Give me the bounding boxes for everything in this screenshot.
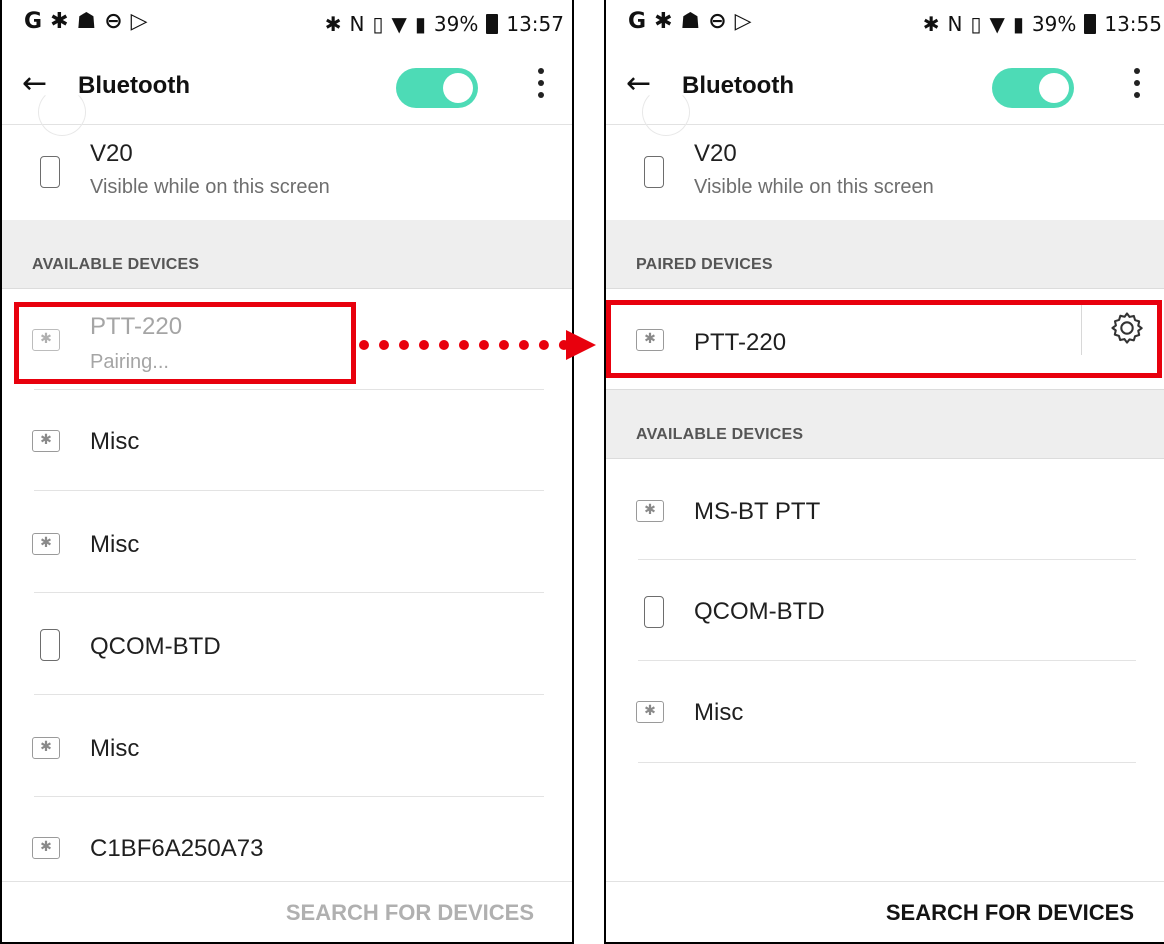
phone-icon — [644, 596, 664, 628]
bluetooth-icon: ✱ — [922, 12, 940, 36]
section-header-paired: PAIRED DEVICES — [606, 220, 1164, 289]
bluetooth-toggle[interactable] — [992, 68, 1074, 108]
bluetooth-toggle[interactable] — [396, 68, 478, 108]
highlight-box-pairing — [14, 302, 356, 384]
more-options-icon[interactable] — [537, 68, 545, 98]
dotted-arrow-line — [359, 340, 569, 350]
highlight-box-paired — [606, 300, 1162, 378]
section-header-available: AVAILABLE DEVICES — [2, 220, 572, 289]
device-row[interactable]: ✱ MS-BT PTT — [606, 458, 1164, 558]
bluetooth-device-icon: ✱ — [636, 500, 664, 522]
device-name: C1BF6A250A73 — [90, 835, 264, 862]
own-device-name: V20 — [90, 140, 133, 167]
vibrate-icon: ▯ — [372, 12, 384, 36]
device-name: Misc — [90, 531, 140, 558]
device-name: Misc — [694, 699, 744, 726]
signal-icon: ▮ — [1012, 12, 1024, 36]
device-name: QCOM-BTD — [90, 633, 221, 660]
more-options-icon[interactable] — [1133, 68, 1141, 98]
device-row[interactable]: QCOM-BTD — [606, 560, 1164, 660]
phone-icon — [644, 156, 664, 188]
bluetooth-status-icon: ✱ — [50, 9, 69, 34]
app-bar: ← Bluetooth — [2, 48, 572, 136]
google-icon: G — [628, 9, 647, 34]
device-name: QCOM-BTD — [694, 598, 825, 625]
footer-bar: SEARCH FOR DEVICES — [2, 881, 572, 942]
search-for-devices-button[interactable]: SEARCH FOR DEVICES — [286, 900, 534, 926]
arrow-head-icon — [566, 330, 596, 360]
device-row[interactable]: ✱ Misc — [2, 491, 572, 591]
play-store-icon: ▷ — [130, 9, 148, 34]
divider — [638, 762, 1136, 763]
bluetooth-device-icon: ✱ — [32, 430, 60, 452]
device-name: Misc — [90, 735, 140, 762]
nfc-icon: N — [349, 12, 365, 36]
do-not-disturb-icon: ⊖ — [708, 9, 727, 34]
phone-icon — [40, 156, 60, 188]
wifi-icon: ▼ — [989, 12, 1005, 36]
own-device-row: V20 Visible while on this screen — [606, 124, 1164, 220]
android-debug-icon: ☗ — [680, 9, 701, 34]
device-row[interactable]: ✱ Misc — [606, 661, 1164, 761]
page-title: Bluetooth — [682, 72, 794, 99]
google-icon: G — [24, 9, 43, 34]
back-arrow-icon[interactable]: ← — [22, 64, 47, 104]
footer-bar: SEARCH FOR DEVICES — [606, 881, 1164, 942]
search-for-devices-button[interactable]: SEARCH FOR DEVICES — [886, 900, 1134, 926]
app-bar: ← Bluetooth — [606, 48, 1164, 136]
device-row[interactable]: ✱ Misc — [2, 390, 572, 490]
left-phone-screen: G ✱ ☗ ⊖ ▷ ✱ N ▯ ▼ ▮ 39% 13:57 ← Bluetoot… — [0, 0, 574, 944]
clock: 13:55 — [1104, 12, 1162, 36]
bluetooth-device-icon: ✱ — [32, 837, 60, 859]
own-device-row: V20 Visible while on this screen — [2, 124, 572, 220]
bluetooth-device-icon: ✱ — [32, 737, 60, 759]
own-device-visibility: Visible while on this screen — [694, 176, 934, 198]
play-store-icon: ▷ — [734, 9, 752, 34]
android-debug-icon: ☗ — [76, 9, 97, 34]
bluetooth-device-icon: ✱ — [32, 533, 60, 555]
status-bar: G ✱ ☗ ⊖ ▷ ✱ N ▯ ▼ ▮ 39% 13:55 — [606, 0, 1164, 48]
do-not-disturb-icon: ⊖ — [104, 9, 123, 34]
device-row[interactable]: ✱ Misc — [2, 695, 572, 795]
battery-icon — [486, 14, 499, 34]
device-name: Misc — [90, 428, 140, 455]
bluetooth-icon: ✱ — [324, 12, 342, 36]
own-device-name: V20 — [694, 140, 737, 167]
battery-percent: 39% — [433, 12, 479, 36]
signal-icon: ▮ — [414, 12, 426, 36]
device-row[interactable]: QCOM-BTD — [2, 593, 572, 693]
section-header-available: AVAILABLE DEVICES — [606, 389, 1164, 459]
own-device-visibility: Visible while on this screen — [90, 176, 330, 198]
phone-icon — [40, 629, 60, 661]
bluetooth-device-icon: ✱ — [636, 701, 664, 723]
status-bar: G ✱ ☗ ⊖ ▷ ✱ N ▯ ▼ ▮ 39% 13:57 — [2, 0, 572, 48]
page-title: Bluetooth — [78, 72, 190, 99]
clock: 13:57 — [506, 12, 564, 36]
back-arrow-icon[interactable]: ← — [626, 64, 651, 104]
device-name: MS-BT PTT — [694, 498, 821, 525]
bluetooth-status-icon: ✱ — [654, 9, 673, 34]
battery-icon — [1084, 14, 1097, 34]
right-phone-screen: G ✱ ☗ ⊖ ▷ ✱ N ▯ ▼ ▮ 39% 13:55 ← Bluetoot… — [604, 0, 1164, 944]
device-row[interactable]: ✱ C1BF6A250A73 — [2, 797, 572, 883]
battery-percent: 39% — [1031, 12, 1077, 36]
nfc-icon: N — [947, 12, 963, 36]
wifi-icon: ▼ — [391, 12, 407, 36]
vibrate-icon: ▯ — [970, 12, 982, 36]
